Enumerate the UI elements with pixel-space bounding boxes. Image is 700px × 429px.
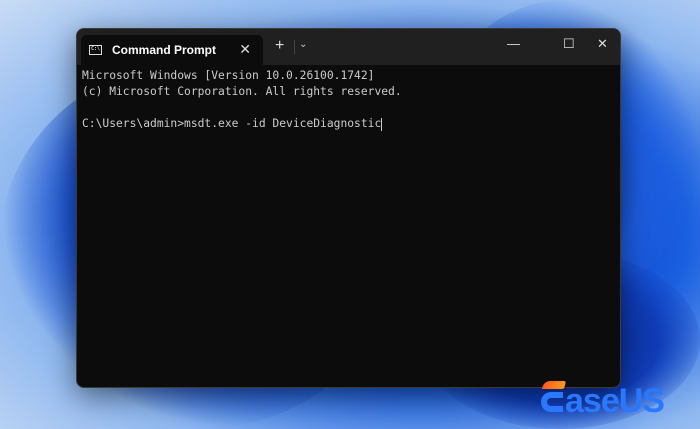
logo-text: aseUS (565, 382, 665, 420)
terminal-output[interactable]: Microsoft Windows [Version 10.0.26100.17… (77, 65, 620, 135)
divider (294, 40, 295, 54)
terminal-line: (c) Microsoft Corporation. All rights re… (82, 85, 402, 98)
command-input[interactable]: C:\Users\admin>msdt.exe -id DeviceDiagno… (82, 117, 381, 130)
chevron-down-icon[interactable]: ⌄ (299, 39, 307, 50)
minimize-button[interactable]: — (507, 36, 520, 51)
command-prompt-window: C:\ Command Prompt ✕ + ⌄ — ☐ ✕ Microsoft… (76, 28, 621, 388)
title-bar[interactable]: C:\ Command Prompt ✕ + ⌄ — ☐ ✕ (77, 29, 620, 65)
new-tab-button[interactable]: + (275, 37, 284, 55)
easeus-e-mark (541, 381, 567, 413)
tab-close-icon[interactable]: ✕ (239, 41, 251, 58)
tab-command-prompt[interactable]: C:\ Command Prompt ✕ (81, 35, 263, 65)
cmd-icon: C:\ (89, 45, 102, 55)
tab-title: Command Prompt (112, 43, 217, 57)
close-button[interactable]: ✕ (597, 36, 608, 52)
maximize-button[interactable]: ☐ (563, 36, 575, 52)
text-cursor (381, 117, 383, 131)
terminal-line: Microsoft Windows [Version 10.0.26100.17… (82, 69, 375, 82)
easeus-logo: aseUS (541, 381, 665, 420)
